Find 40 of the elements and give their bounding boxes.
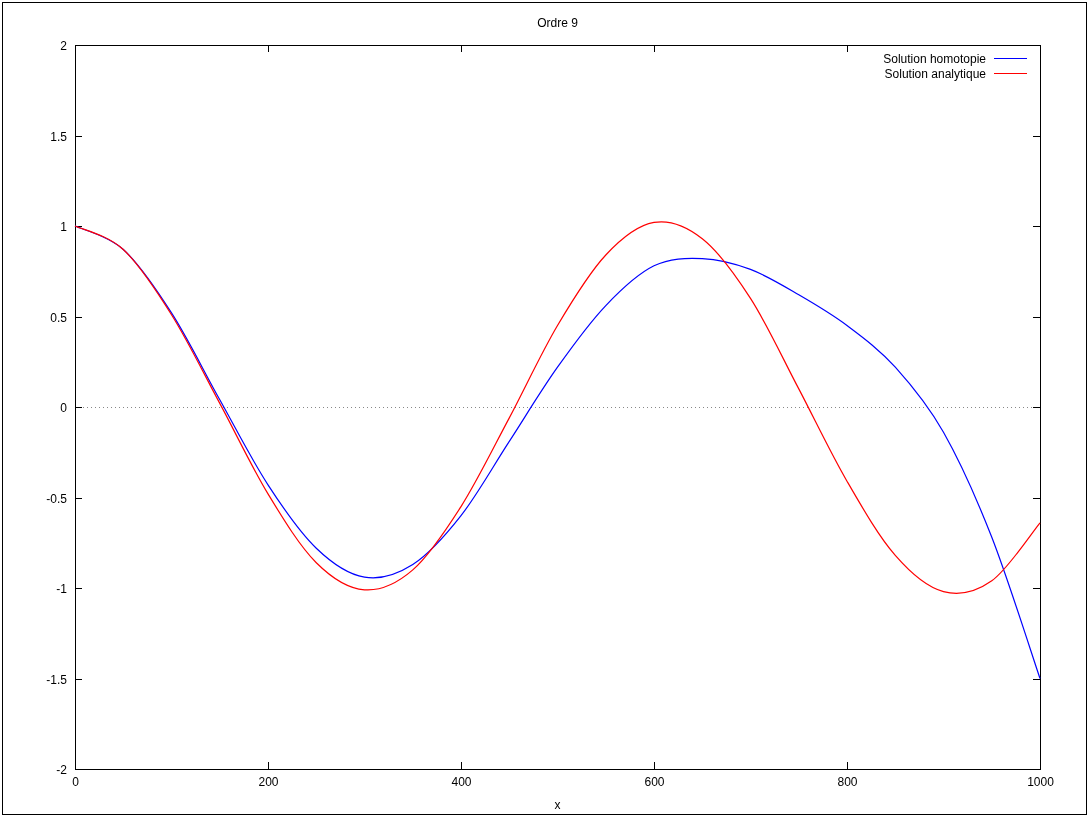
tick-mark [74,498,83,499]
tick-mark [74,588,83,589]
x-tick-label: 600 [644,775,665,789]
x-tick-label: 1000 [1027,775,1054,789]
tick-mark [74,679,83,680]
tick-mark [654,761,655,770]
tick-mark [847,44,848,53]
chart-title: Ordre 9 [537,16,578,30]
y-tick-label: 0 [60,400,67,415]
x-axis-label: x [554,798,561,812]
y-tick-label: 0.5 [50,310,67,325]
y-tick-label: -2 [56,762,67,777]
tick-mark [847,761,848,770]
tick-mark [461,761,462,770]
tick-mark [654,44,655,53]
tick-mark [1032,588,1041,589]
tick-mark [268,761,269,770]
tick-mark [1032,407,1041,408]
legend-label: Solution homotopie [883,52,986,66]
tick-mark [74,317,83,318]
y-tick-label: -0.5 [46,491,67,506]
tick-mark [1032,136,1041,137]
y-tick-label: 2 [60,38,67,53]
tick-mark [1032,226,1041,227]
tick-mark [1032,317,1041,318]
x-tick-label: 800 [837,775,858,789]
y-tick-label: 1.5 [50,129,67,144]
tick-mark [461,44,462,53]
tick-mark [268,44,269,53]
x-tick-label: 200 [258,775,279,789]
legend-label: Solution analytique [884,67,986,81]
x-tick-label: 400 [451,775,472,789]
y-tick-label: -1 [56,581,67,596]
y-tick-label: 1 [60,219,67,234]
x-tick-label: 0 [72,775,79,789]
y-tick-label: -1.5 [46,672,67,687]
tick-mark [74,407,83,408]
tick-mark [1032,498,1041,499]
tick-mark [1032,679,1041,680]
tick-mark [74,136,83,137]
